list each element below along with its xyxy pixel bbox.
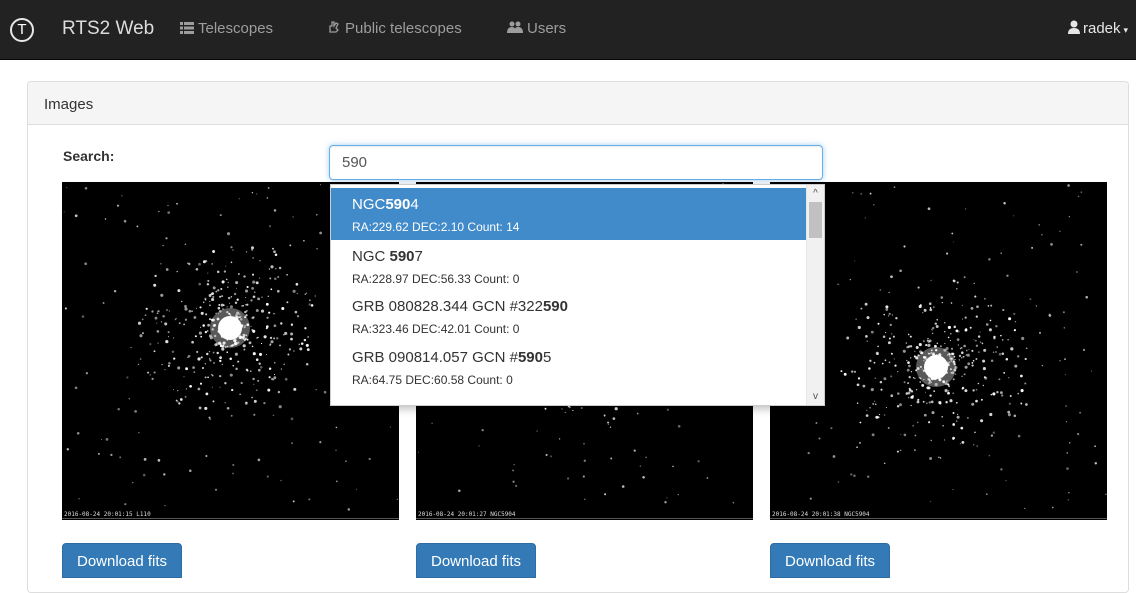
image-caption-underline xyxy=(770,518,1107,519)
user-icon xyxy=(1068,20,1080,38)
brand-name[interactable]: RTS2 Web xyxy=(62,18,154,40)
download-fits-button[interactable]: Download fits xyxy=(770,543,891,578)
autocomplete-item-name: NGC 5907 xyxy=(352,248,423,265)
panel-title: Images xyxy=(44,96,94,113)
autocomplete-item[interactable]: NGC 5907 RA:228.97 DEC:56.33 Count: 0 xyxy=(331,240,807,292)
list-icon xyxy=(180,21,194,38)
autocomplete-item-info: RA:64.75 DEC:60.58 Count: 0 xyxy=(352,373,513,387)
autocomplete-item-name: GRB 080828.344 GCN #322590 xyxy=(352,298,568,315)
autocomplete-item-name: NGC5904 xyxy=(352,196,419,213)
autocomplete-item[interactable]: GRB 090814.057 GCN #5905 RA:64.75 DEC:60… xyxy=(331,341,807,393)
download-fits-button[interactable]: Download fits xyxy=(416,543,537,578)
image-caption: 2016-08-24 20:01:15 L110 xyxy=(64,511,151,518)
image-caption: 2016-08-24 20:01:38 NGC5904 xyxy=(772,511,870,518)
caret-down-icon: ▾ xyxy=(1123,25,1129,35)
hand-icon xyxy=(327,20,341,38)
panel-heading: Images xyxy=(28,82,1128,125)
search-input[interactable] xyxy=(329,145,823,180)
autocomplete-item[interactable]: NGC5904 RA:229.62 DEC:2.10 Count: 14 xyxy=(331,188,807,240)
scroll-thumb[interactable] xyxy=(809,202,822,238)
autocomplete-dropdown: NGC5904 RA:229.62 DEC:2.10 Count: 14 NGC… xyxy=(330,184,825,406)
search-label: Search: xyxy=(63,148,115,164)
users-icon xyxy=(507,21,523,38)
user-name: radek xyxy=(1083,20,1121,37)
dropdown-scrollbar[interactable]: ^ v xyxy=(806,185,824,405)
autocomplete-item[interactable]: GRB 080828.344 GCN #322590 RA:323.46 DEC… xyxy=(331,290,807,342)
nav-users-label: Users xyxy=(527,20,567,37)
image-caption-underline xyxy=(416,518,753,519)
autocomplete-item-name: GRB 090814.057 GCN #5905 xyxy=(352,349,552,366)
image-caption: 2016-08-24 20:01:27 NGC5904 xyxy=(418,511,516,518)
nav-telescopes-label: Telescopes xyxy=(198,20,274,37)
nav-users[interactable]: Users xyxy=(507,20,566,38)
user-menu[interactable]: radek ▾ xyxy=(1068,20,1128,38)
top-navbar: T RTS2 Web Telescopes Public telescopes … xyxy=(0,0,1136,60)
nav-telescopes[interactable]: Telescopes xyxy=(180,20,273,38)
autocomplete-item-info: RA:228.97 DEC:56.33 Count: 0 xyxy=(352,272,520,286)
nav-public-telescopes-label: Public telescopes xyxy=(345,20,462,37)
brand-logo-icon[interactable]: T xyxy=(10,18,34,42)
autocomplete-item-info: RA:323.46 DEC:42.01 Count: 0 xyxy=(352,322,520,336)
download-fits-button[interactable]: Download fits xyxy=(62,543,183,578)
scroll-down-icon[interactable]: v xyxy=(807,388,824,405)
nav-public-telescopes[interactable]: Public telescopes xyxy=(327,20,462,38)
scroll-up-icon[interactable]: ^ xyxy=(807,185,824,202)
autocomplete-item-info: RA:229.62 DEC:2.10 Count: 14 xyxy=(352,220,520,234)
image-caption-underline xyxy=(62,518,399,519)
